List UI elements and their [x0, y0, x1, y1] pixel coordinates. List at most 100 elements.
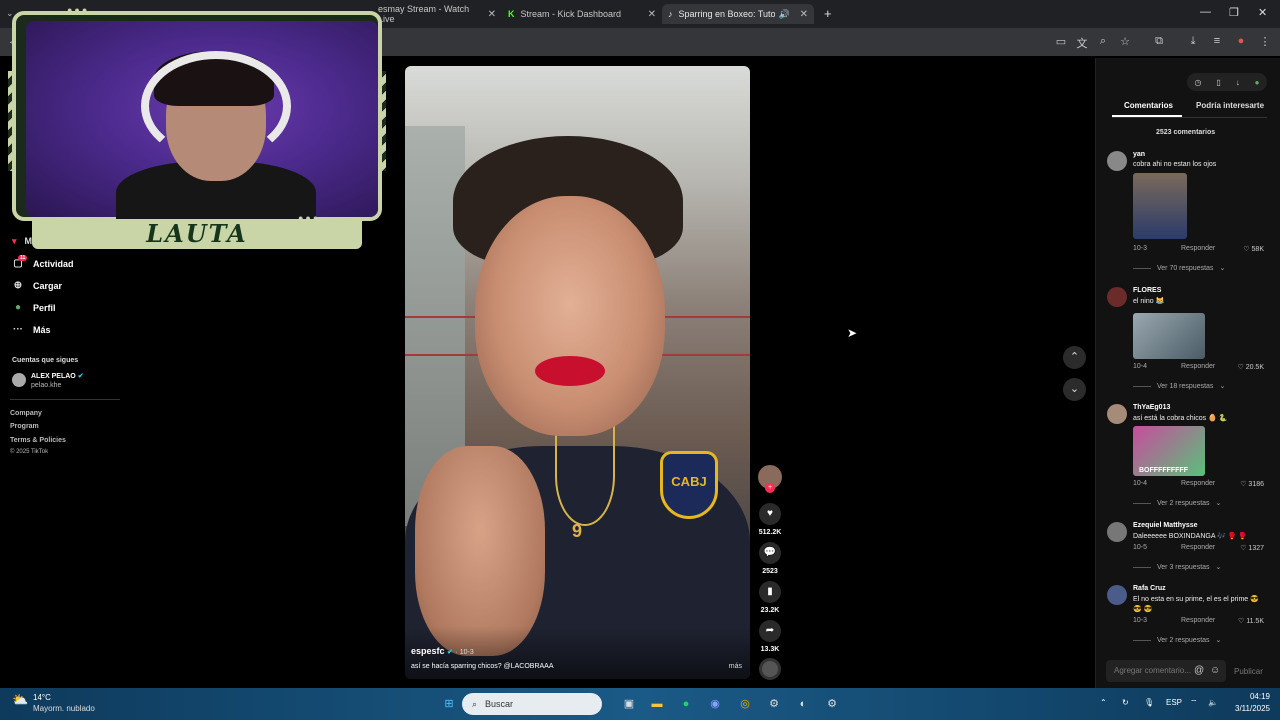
- avatar[interactable]: [1107, 404, 1127, 424]
- clock-date[interactable]: 3/11/2025: [1222, 704, 1270, 713]
- video-more-link[interactable]: más: [729, 663, 742, 670]
- view-replies[interactable]: Ver 18 respuestas ⌄: [1133, 382, 1225, 391]
- sidebar-item-cargar[interactable]: ⊕ Cargar: [12, 280, 62, 292]
- minimize-icon[interactable]: —: [1200, 6, 1211, 18]
- reply-button[interactable]: Responder: [1181, 480, 1215, 487]
- language-indicator[interactable]: ESP: [1166, 698, 1182, 707]
- clock-time[interactable]: 04:19: [1222, 692, 1270, 701]
- volume-icon[interactable]: 🔈: [1208, 698, 1218, 707]
- view-replies[interactable]: Ver 70 respuestas ⌄: [1133, 264, 1225, 273]
- restore-icon[interactable]: ❐: [1229, 6, 1239, 19]
- tray-chevron-icon[interactable]: ⌃: [1100, 698, 1107, 707]
- close-tab-icon[interactable]: ✕: [800, 9, 808, 20]
- close-tab-icon[interactable]: ✕: [648, 9, 656, 20]
- comment-like[interactable]: ♡ 1327: [1240, 544, 1264, 552]
- view-replies[interactable]: Ver 3 respuestas ⌄: [1133, 563, 1221, 572]
- steam-icon[interactable]: ⚙: [765, 695, 783, 713]
- weather-icon[interactable]: ⛅: [12, 692, 28, 708]
- weather-desc[interactable]: Mayorm. nublado: [33, 704, 95, 713]
- avatar[interactable]: [1107, 151, 1127, 171]
- comment-user[interactable]: ThYaEg013: [1133, 404, 1170, 411]
- spotify-icon[interactable]: ●: [677, 695, 695, 713]
- view-replies[interactable]: Ver 2 respuestas ⌄: [1133, 499, 1221, 508]
- like-button[interactable]: ♥ 512.2K: [757, 503, 783, 536]
- footer-link-company[interactable]: Company: [10, 410, 42, 417]
- taskbar-search[interactable]: ⌕ Buscar: [462, 693, 602, 715]
- sidebar-item-mas[interactable]: ··· Más: [12, 324, 51, 336]
- new-tab-button[interactable]: +: [824, 6, 832, 21]
- footer-link-program[interactable]: Program: [10, 423, 39, 430]
- comment-user[interactable]: Rafa Cruz: [1133, 585, 1166, 592]
- video-player[interactable]: 9 CABJ espesfc ✔ · 10-3 así se hacía spa…: [405, 66, 750, 679]
- clock-icon[interactable]: ◷: [1194, 78, 1201, 87]
- chrome-icon[interactable]: ◎: [736, 695, 754, 713]
- translate-icon[interactable]: 文: [1075, 35, 1089, 51]
- reply-button[interactable]: Responder: [1181, 363, 1215, 370]
- avatar[interactable]: [1107, 522, 1127, 542]
- obs-icon[interactable]: ◐: [794, 695, 812, 713]
- comment-image[interactable]: BOFFFFFFFFF: [1133, 426, 1205, 476]
- tab-comentarios[interactable]: Comentarios: [1124, 101, 1173, 110]
- publish-button[interactable]: Publicar: [1234, 667, 1263, 676]
- phone-icon[interactable]: ▯: [1216, 78, 1220, 87]
- footer-link-terms[interactable]: Terms & Policies: [10, 437, 66, 444]
- follow-plus-icon[interactable]: +: [765, 483, 775, 493]
- download-icon[interactable]: ⤓: [1186, 35, 1200, 48]
- comment-user[interactable]: Ezequiel Matthysse: [1133, 522, 1198, 529]
- mic-icon[interactable]: 🎙: [1144, 698, 1154, 707]
- tab-podria-interesarte[interactable]: Podría interesarte: [1196, 101, 1264, 110]
- extensions-icon[interactable]: ⧉: [1152, 35, 1166, 48]
- comment-like[interactable]: ♡ 58K: [1243, 245, 1264, 253]
- discord-icon[interactable]: ◉: [706, 695, 724, 713]
- avatar[interactable]: [1107, 585, 1127, 605]
- weather-temp[interactable]: 14°C: [33, 693, 51, 702]
- sound-disc[interactable]: [757, 658, 783, 680]
- save-button[interactable]: ▮ 23.2K: [757, 581, 783, 614]
- comment-button[interactable]: 💬 2523: [757, 542, 783, 575]
- zoom-icon[interactable]: ⌕: [1096, 35, 1110, 48]
- followed-account-name[interactable]: ALEX PELAO ✔: [31, 372, 84, 380]
- bookmark-star-icon[interactable]: ☆: [1118, 35, 1132, 48]
- sidebar-item-actividad[interactable]: ▢ 11 Actividad: [12, 255, 74, 270]
- mention-icon[interactable]: @: [1194, 665, 1204, 676]
- media-icon[interactable]: ≡: [1210, 35, 1224, 47]
- menu-kebab-icon[interactable]: ⋮: [1258, 35, 1272, 48]
- comment-user[interactable]: FLORES: [1133, 287, 1161, 294]
- emoji-icon[interactable]: ☺: [1210, 665, 1220, 676]
- speaker-icon[interactable]: 🔊: [779, 9, 790, 20]
- author-avatar[interactable]: +: [757, 465, 783, 493]
- sync-icon[interactable]: ↻: [1122, 698, 1129, 707]
- tab-3-active[interactable]: ♪ Sparring en Boxeo: Tutorial 🔊 ✕: [662, 4, 814, 24]
- comment-like[interactable]: ♡ 20.5K: [1237, 363, 1264, 371]
- share-button[interactable]: ➦ 13.3K: [757, 620, 783, 653]
- download-icon[interactable]: ↓: [1236, 78, 1240, 87]
- wifi-icon[interactable]: ⌔: [1190, 698, 1198, 708]
- start-icon[interactable]: ⊞: [440, 695, 458, 713]
- video-author[interactable]: espesfc ✔ · 10-3: [411, 646, 474, 656]
- avatar[interactable]: [12, 373, 26, 387]
- reply-button[interactable]: Responder: [1181, 617, 1215, 624]
- previous-video-button[interactable]: ⌃: [1063, 346, 1086, 369]
- tab-1[interactable]: esmay Stream - Watch Live ✕: [378, 4, 496, 24]
- comment-image[interactable]: [1133, 313, 1205, 359]
- avatar[interactable]: ●: [1255, 78, 1260, 87]
- cast-icon[interactable]: ▭: [1054, 35, 1068, 48]
- avatar[interactable]: [1107, 287, 1127, 307]
- reply-button[interactable]: Responder: [1181, 245, 1215, 252]
- view-replies[interactable]: Ver 2 respuestas ⌄: [1133, 636, 1221, 645]
- file-explorer-icon[interactable]: ▬: [648, 695, 666, 713]
- next-video-button[interactable]: ⌄: [1063, 378, 1086, 401]
- tab-2[interactable]: K Stream - Kick Dashboard ✕: [508, 4, 656, 24]
- sidebar-item-perfil[interactable]: ● Perfil: [12, 302, 56, 314]
- steam-alt-icon[interactable]: ⚙: [823, 695, 841, 713]
- close-window-icon[interactable]: ✕: [1258, 6, 1267, 19]
- task-view-icon[interactable]: ▣: [620, 695, 638, 713]
- reply-button[interactable]: Responder: [1181, 544, 1215, 551]
- close-tab-icon[interactable]: ✕: [488, 9, 496, 20]
- comment-like[interactable]: ♡ 3186: [1240, 480, 1264, 488]
- comment-user[interactable]: yan: [1133, 151, 1145, 158]
- comment-image[interactable]: [1133, 173, 1187, 239]
- comment-like[interactable]: ♡ 11.5K: [1238, 617, 1264, 625]
- comment-input[interactable]: Agregar comentario...: [1106, 660, 1226, 682]
- profile-avatar-icon[interactable]: ●: [1234, 35, 1248, 47]
